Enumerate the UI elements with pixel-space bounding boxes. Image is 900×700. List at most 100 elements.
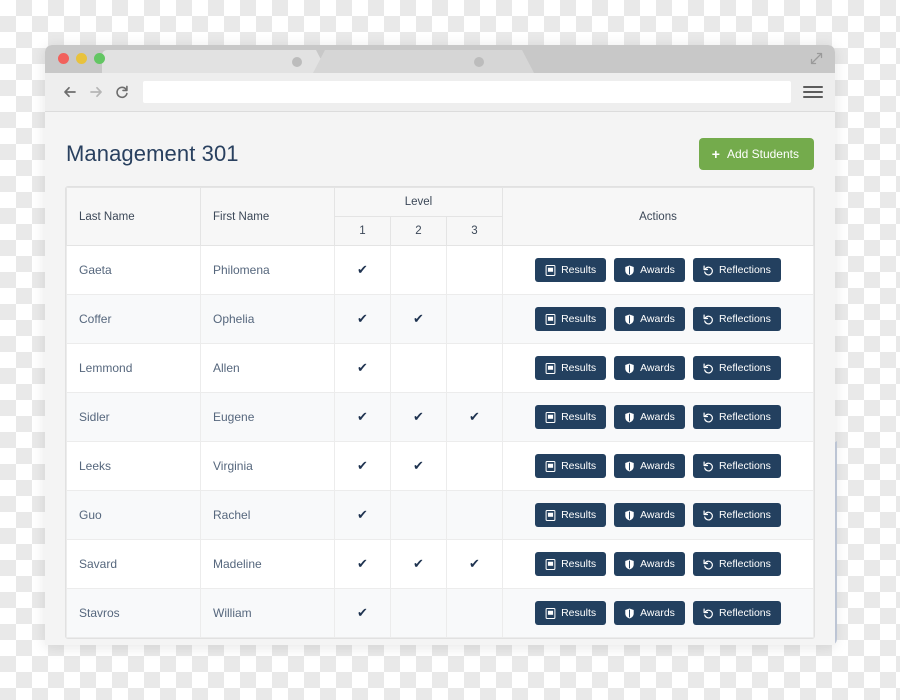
results-button-label: Results <box>561 509 597 521</box>
action-button-group: Results Awards Reflections <box>503 503 813 527</box>
cell-level-3 <box>446 441 503 491</box>
reflections-button[interactable]: Reflections <box>692 454 781 478</box>
reflections-button[interactable]: Reflections <box>692 552 781 576</box>
results-button[interactable]: Results <box>535 258 607 282</box>
action-button-group: Results Awards Reflections <box>503 307 813 331</box>
reflections-button[interactable]: Reflections <box>692 258 781 282</box>
cell-level-1: ✔ <box>334 392 391 442</box>
table-row: Stavros William ✔ Results Awards Reflections <box>66 588 814 638</box>
tab-favicon-icon <box>474 57 484 67</box>
table-body: Gaeta Philomena ✔ Results Awards Reflections C… <box>66 245 814 638</box>
reflections-button[interactable]: Reflections <box>692 405 781 429</box>
browser-tab-2[interactable] <box>313 50 534 73</box>
table-header-row-1: Last Name First Name Level Actions <box>66 187 814 246</box>
column-header-level-2: 2 <box>390 216 447 246</box>
add-students-button[interactable]: + Add Students <box>698 138 814 170</box>
check-icon: ✔ <box>413 458 424 473</box>
close-window-button[interactable] <box>58 53 69 64</box>
browser-tab-1[interactable] <box>102 50 328 73</box>
page-content: Management 301 + Add Students Last Name … <box>45 112 835 645</box>
file-document-icon <box>545 607 556 619</box>
results-button-label: Results <box>561 313 597 325</box>
cell-actions: Results Awards Reflections <box>502 539 814 589</box>
reflections-button[interactable]: Reflections <box>692 356 781 380</box>
results-button[interactable]: Results <box>535 356 607 380</box>
reload-icon[interactable] <box>109 79 135 105</box>
cell-level-1: ✔ <box>334 441 391 491</box>
cell-level-1: ✔ <box>334 588 391 638</box>
cell-level-1: ✔ <box>334 539 391 589</box>
action-button-group: Results Awards Reflections <box>503 454 813 478</box>
file-document-icon <box>545 460 556 472</box>
awards-button[interactable]: Awards <box>614 503 685 527</box>
url-input[interactable] <box>143 81 791 103</box>
column-header-level-group: Level <box>334 187 503 217</box>
column-header-first-name: First Name <box>200 187 335 246</box>
students-table: Last Name First Name Level Actions 1 2 3… <box>66 187 814 638</box>
page-title: Management 301 <box>66 141 239 166</box>
column-header-level-3: 3 <box>446 216 503 246</box>
awards-button[interactable]: Awards <box>614 601 685 625</box>
cell-last-name: Stavros <box>66 588 201 638</box>
shield-icon <box>624 314 635 325</box>
cell-last-name: Sidler <box>66 392 201 442</box>
cell-first-name: Philomena <box>200 245 335 295</box>
awards-button[interactable]: Awards <box>614 454 685 478</box>
reflections-button-label: Reflections <box>718 411 771 423</box>
undo-arrow-icon <box>703 265 714 276</box>
awards-button-label: Awards <box>640 460 675 472</box>
reflections-button-label: Reflections <box>718 509 771 521</box>
browser-menu-icon[interactable] <box>803 86 823 98</box>
results-button[interactable]: Results <box>535 454 607 478</box>
shield-icon <box>624 412 635 423</box>
shield-icon <box>624 461 635 472</box>
cell-level-2: ✔ <box>390 539 447 589</box>
awards-button[interactable]: Awards <box>614 258 685 282</box>
awards-button[interactable]: Awards <box>614 356 685 380</box>
maximize-window-button[interactable] <box>94 53 105 64</box>
browser-toolbar <box>45 73 835 112</box>
undo-arrow-icon <box>703 559 714 570</box>
cell-level-2 <box>390 588 447 638</box>
awards-button-label: Awards <box>640 509 675 521</box>
cell-level-3 <box>446 294 503 344</box>
reflections-button[interactable]: Reflections <box>692 601 781 625</box>
awards-button-label: Awards <box>640 313 675 325</box>
undo-arrow-icon <box>703 461 714 472</box>
action-button-group: Results Awards Reflections <box>503 356 813 380</box>
awards-button[interactable]: Awards <box>614 552 685 576</box>
shield-icon <box>624 559 635 570</box>
cell-level-3 <box>446 245 503 295</box>
results-button-label: Results <box>561 362 597 374</box>
results-button-label: Results <box>561 264 597 276</box>
reflections-button[interactable]: Reflections <box>692 307 781 331</box>
minimize-window-button[interactable] <box>76 53 87 64</box>
forward-icon[interactable] <box>83 79 109 105</box>
results-button[interactable]: Results <box>535 552 607 576</box>
reflections-button-label: Reflections <box>718 607 771 619</box>
cell-last-name: Guo <box>66 490 201 540</box>
expand-window-icon[interactable] <box>810 52 823 65</box>
awards-button[interactable]: Awards <box>614 405 685 429</box>
check-icon: ✔ <box>357 605 368 620</box>
results-button[interactable]: Results <box>535 503 607 527</box>
file-document-icon <box>545 313 556 325</box>
file-document-icon <box>545 264 556 276</box>
cell-level-2 <box>390 490 447 540</box>
results-button[interactable]: Results <box>535 601 607 625</box>
reflections-button-label: Reflections <box>718 264 771 276</box>
awards-button-label: Awards <box>640 362 675 374</box>
cell-last-name: Lemmond <box>66 343 201 393</box>
cell-first-name: Ophelia <box>200 294 335 344</box>
awards-button[interactable]: Awards <box>614 307 685 331</box>
results-button[interactable]: Results <box>535 405 607 429</box>
table-head: Last Name First Name Level Actions 1 2 3 <box>66 187 814 246</box>
back-icon[interactable] <box>57 79 83 105</box>
browser-window: Management 301 + Add Students Last Name … <box>45 45 835 645</box>
cell-actions: Results Awards Reflections <box>502 392 814 442</box>
reflections-button[interactable]: Reflections <box>692 503 781 527</box>
action-button-group: Results Awards Reflections <box>503 552 813 576</box>
column-header-actions: Actions <box>502 187 814 246</box>
results-button[interactable]: Results <box>535 307 607 331</box>
cell-last-name: Coffer <box>66 294 201 344</box>
